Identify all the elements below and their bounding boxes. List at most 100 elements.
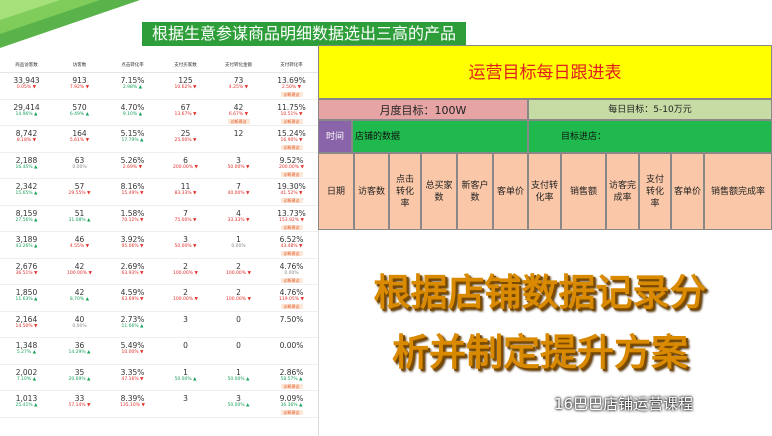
- cell-change-value: 100.00%: [226, 270, 247, 276]
- arrow-down-icon: ▲: [32, 244, 38, 249]
- table-cell: 8.39% 135.10% ▼: [106, 391, 159, 417]
- tracker-column-header: 销售额完成率: [704, 153, 772, 230]
- cell-value: 1: [236, 235, 241, 244]
- diagnosis-link[interactable]: 诊断建议: [280, 224, 303, 230]
- arrow-up-icon: ▼: [138, 350, 144, 355]
- table-cell: 36 14.29% ▲: [53, 338, 106, 364]
- cell-change: 119.05% ▼: [279, 297, 304, 303]
- table-cell: 2.69% 63.93% ▼: [106, 259, 159, 285]
- diagnosis-link[interactable]: 诊断建议: [280, 383, 303, 389]
- cell-change-value: 47.16%: [121, 376, 139, 382]
- cell-change-value: 25.41%: [15, 403, 33, 408]
- diagnosis-link[interactable]: 诊断建议: [280, 198, 303, 203]
- table-cell: 2.86% 58.57% ▲ 诊断建议: [265, 365, 318, 391]
- arrow-up-icon: ▼: [244, 164, 250, 170]
- stats-header-cell[interactable]: 支付买家数: [159, 62, 212, 68]
- diagnosis-link[interactable]: 诊断建议: [280, 304, 303, 309]
- cell-change: 20.69% ▲: [68, 377, 90, 383]
- cell-value: 570: [72, 102, 87, 112]
- cell-change: 100.00% ▼: [226, 271, 251, 277]
- diagnosis-link[interactable]: 诊断建议: [280, 251, 303, 256]
- cell-change-value: 58.57%: [280, 376, 298, 382]
- table-cell: 7.50%: [265, 312, 318, 338]
- arrow-up-icon: ▼: [193, 270, 198, 276]
- arrow-up-icon: ▼: [84, 138, 90, 143]
- cell-change: 63.93% ▼: [121, 271, 143, 277]
- table-row: 2,188 16.45% ▲ 63 0.00% 5.26% 2.69% ▼ 6 200.00%…: [0, 153, 318, 179]
- cell-value: 1: [236, 367, 241, 377]
- cell-value: 35: [74, 367, 85, 377]
- arrow-down-icon: ▲: [137, 85, 143, 90]
- cell-value: 1.58%: [120, 208, 145, 218]
- table-cell: 15.24% 16.90% ▼ 诊断建议: [265, 126, 318, 152]
- diagnosis-link[interactable]: 诊断建议: [280, 171, 303, 177]
- cell-value: 4: [236, 208, 241, 218]
- arrow-up-icon: ▼: [84, 244, 90, 249]
- arrow-up-icon: ▼: [244, 217, 250, 223]
- cell-value: 2: [183, 288, 188, 297]
- cell-change-value: 100.00%: [67, 270, 88, 276]
- table-cell: 0: [212, 312, 265, 338]
- table-cell: 2 100.00% ▼: [212, 285, 265, 311]
- table-cell: 42 100.00% ▼: [53, 259, 106, 285]
- arrow-up-icon: ▼: [84, 85, 90, 90]
- cell-change-value: 10.00%: [121, 350, 139, 355]
- tracker-column-header: 访客数: [354, 153, 389, 230]
- tracker-column-header: 点击转化率: [389, 153, 421, 230]
- diagnosis-link[interactable]: 诊断建议: [227, 118, 250, 124]
- cell-change-value: 50.00%: [227, 403, 245, 408]
- diagnosis-link[interactable]: 诊断建议: [280, 277, 303, 283]
- cell-change-value: 13.67%: [174, 111, 192, 117]
- table-cell: 3.92% 95.06% ▼: [106, 232, 159, 258]
- cell-value: 3.92%: [120, 235, 145, 244]
- cell-value: 4.59%: [120, 288, 145, 297]
- arrow-up-icon: ▼: [140, 403, 145, 408]
- cell-change-value: 16.90%: [280, 138, 298, 143]
- table-cell: 570 6.49% ▲: [53, 100, 106, 126]
- arrow-up-icon: ▼: [296, 85, 302, 90]
- cell-value: 73: [233, 76, 244, 85]
- cell-change: 0.00%: [72, 324, 86, 330]
- diagnosis-link[interactable]: 诊断建议: [280, 118, 303, 124]
- stats-header-cell[interactable]: 访客数: [53, 62, 106, 68]
- arrow-up-icon: ▼: [299, 217, 304, 223]
- cell-change-value: 14.96%: [15, 111, 33, 117]
- arrow-down-icon: ▲: [138, 323, 144, 329]
- stats-header-cell[interactable]: 支付转化金额: [212, 62, 265, 68]
- stats-header-cell[interactable]: 支付转化率: [265, 62, 318, 68]
- cell-value: 3: [183, 314, 188, 324]
- cell-value: 8.16%: [120, 182, 145, 191]
- diagnosis-link[interactable]: 诊断建议: [280, 145, 303, 150]
- table-cell: 0.00%: [265, 338, 318, 364]
- arrow-up-icon: ▼: [137, 164, 143, 170]
- table-cell: 3.35% 47.16% ▼: [106, 365, 159, 391]
- cell-change-value: 27.56%: [15, 217, 33, 223]
- time-label: 时间: [318, 120, 352, 153]
- arrow-up-icon: ▼: [297, 138, 303, 143]
- cell-change: 4.25% ▼: [229, 85, 248, 91]
- cell-change: 43.26% ▲: [15, 244, 37, 250]
- cell-change-value: 2.50%: [281, 85, 297, 90]
- cell-change: 13.67% ▼: [174, 112, 196, 118]
- cell-change-value: 5.61%: [69, 138, 85, 143]
- cell-value: 9.09%: [279, 394, 304, 403]
- arrow-down-icon: ▲: [32, 403, 38, 408]
- tracker-column-header: 销售额: [561, 153, 606, 230]
- cell-change: 135.10% ▼: [120, 403, 145, 409]
- arrow-down-icon: ▲: [32, 111, 38, 117]
- store-data-label: 店铺的数据: [352, 120, 528, 153]
- cell-change: 33.33% ▼: [227, 218, 249, 224]
- cell-change: 0.05% ▼: [17, 85, 36, 91]
- tracker-column-header: 新客户数: [457, 153, 493, 230]
- cell-value: 2.86%: [279, 367, 304, 377]
- diagnosis-link[interactable]: 诊断建议: [280, 410, 303, 415]
- cell-change-value: 10.62%: [174, 85, 192, 90]
- stats-header-cell[interactable]: 点击转化率: [106, 62, 159, 68]
- diagnosis-link[interactable]: 诊断建议: [280, 92, 303, 97]
- cell-change-value: 8.70%: [69, 297, 85, 302]
- arrow-up-icon: ▼: [87, 270, 92, 276]
- cell-value: 13.69%: [277, 76, 306, 85]
- daily-target: 每日目标：5-10万元: [528, 99, 772, 120]
- cell-change: 50.00% ▼: [227, 165, 249, 171]
- stats-header-cell[interactable]: 商品访客数: [0, 62, 53, 68]
